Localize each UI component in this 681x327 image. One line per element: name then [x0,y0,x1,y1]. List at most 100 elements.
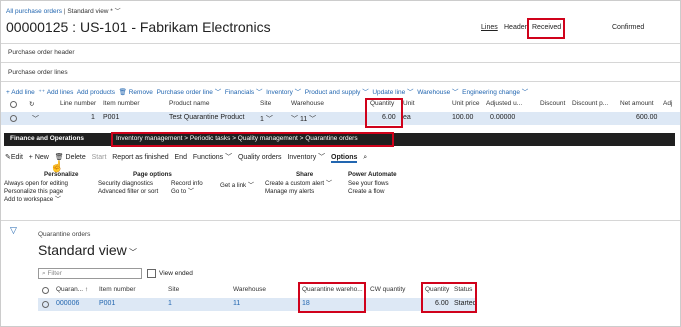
personalize-items: Always open for editing Personalize this… [4,180,68,204]
add-to-workspace-option[interactable]: Add to workspace ﹀ [4,196,68,204]
add-lines-button[interactable]: ⁺⁺ Add lines [38,89,73,96]
breadcrumb: All purchase orders | Standard view * ﹀ [6,6,121,15]
personalize-group: Personalize [14,171,78,179]
view-ended-checkbox[interactable] [147,269,156,278]
cell-site[interactable]: 1 [168,300,172,307]
col-item-number[interactable]: Item number [99,286,136,293]
functions-menu[interactable]: Functions ﹀ [193,154,232,161]
go-to-option[interactable]: Go to ﹀ [171,188,203,196]
highlight-box-quarantine-warehouse [298,282,366,313]
refresh-icon[interactable]: ↻ [29,100,34,108]
group-title: Share [296,171,314,178]
end-button[interactable]: End [175,154,187,161]
financials-menu[interactable]: Financials ﹀ [225,89,263,96]
po-line-menu[interactable]: Purchase order line ﹀ [157,89,222,96]
col-site[interactable]: Site [168,286,179,293]
highlight-box-breadcrumb [111,132,394,147]
row-radio[interactable] [42,301,49,308]
record-info-option[interactable]: Record info [171,180,203,188]
view-ended-label: View ended [159,270,193,277]
product-supply-menu[interactable]: Product and supply ﹀ [305,89,369,96]
manage-alerts-option[interactable]: Manage my alerts [265,188,332,196]
report-finished-button[interactable]: Report as finished [112,154,168,161]
divider [0,81,681,82]
select-all-radio[interactable] [42,287,49,294]
inventory-menu[interactable]: Inventory ﹀ [266,89,301,96]
col-adj[interactable]: Adj [663,100,672,107]
view-selector[interactable]: Standard view * [67,8,113,15]
search-icon[interactable]: ⌕ [363,154,367,161]
view-title[interactable]: Standard view ﹀ [38,242,137,258]
filter-funnel-icon[interactable]: ▽ [10,225,17,236]
cell-net-amount: 600.00 [636,114,658,121]
cell-warehouse[interactable]: 11 [233,300,240,307]
get-link-option[interactable]: Get a link ﹀ [220,180,254,189]
update-line-menu[interactable]: Update line ﹀ [372,89,413,96]
plus-icon: + [28,154,33,161]
row-radio[interactable] [10,115,17,122]
highlight-box-quantity-status [421,282,477,313]
col-net-amount[interactable]: Net amount [620,100,654,107]
tab-header[interactable]: Header [504,24,527,31]
cell-unit-price[interactable]: 100.00 [452,114,473,121]
table-row[interactable]: 000006 P001 1 11 18 6.00 Started [38,298,477,311]
col-warehouse[interactable]: Warehouse [233,286,266,293]
cell-item-number[interactable]: P001 [99,300,115,307]
col-discount[interactable]: Discount [540,100,565,107]
table-row[interactable]: ﹀ 1 P001 Test Quarantine Product 1 ﹀ ﹀ 1… [0,112,681,125]
col-adjusted[interactable]: Adjusted u... [486,100,522,107]
col-warehouse[interactable]: Warehouse [291,100,324,107]
warehouse-menu[interactable]: Warehouse ﹀ [417,89,458,96]
col-product-name[interactable]: Product name [169,100,209,107]
app-name[interactable]: Finance and Operations [10,135,84,142]
personalize-page-option[interactable]: Personalize this page [4,188,68,196]
new-button[interactable]: + New [29,154,49,161]
trash-icon: 🗑 [118,89,127,96]
cell-item-number[interactable]: P001 [103,114,119,121]
cell-product-name[interactable]: Test Quarantine Product [169,114,245,121]
col-site[interactable]: Site [260,100,271,107]
filter-input[interactable]: ⌕ Filter [38,268,142,279]
engineering-change-menu[interactable]: Engineering change ﹀ [462,89,528,96]
edit-button[interactable]: ✎Edit [5,154,23,161]
remove-button[interactable]: 🗑 Remove [119,89,153,96]
chevron-down-icon[interactable]: ﹀ [115,9,121,15]
divider [0,220,681,221]
col-item-number[interactable]: Item number [103,100,140,107]
cell-warehouse[interactable]: ﹀ 11 ﹀ [291,114,316,124]
col-cw-quantity[interactable]: CW quantity [370,286,405,293]
security-diagnostics-option[interactable]: Security diagnostics [98,180,158,188]
cell-adjusted: 0.00000 [490,114,516,121]
line-toolbar: + Add line ⁺⁺ Add lines Add products 🗑 R… [6,86,528,96]
breadcrumb-parent-link[interactable]: All purchase orders [6,8,62,15]
expand-chevron-icon[interactable]: ﹀ [32,114,39,124]
col-unit[interactable]: Unit [403,100,415,107]
cell-site[interactable]: 1 ﹀ [260,114,273,124]
cell-order[interactable]: 000006 [56,300,79,307]
select-all-radio[interactable] [10,101,17,108]
create-flow-option[interactable]: Create a flow [348,188,389,196]
add-line-button[interactable]: + Add line [6,89,35,96]
col-order[interactable]: Quaran... ↑ [56,286,88,293]
page-options-col1: Security diagnostics Advanced filter or … [98,180,158,196]
inventory-menu[interactable]: Inventory ﹀ [287,154,325,161]
create-alert-option[interactable]: Create a custom alert ﹀ [265,180,332,188]
cell-unit[interactable]: ea [403,114,411,121]
see-flows-option[interactable]: See your flows [348,180,389,188]
page-options-col2: Record info Go to ﹀ [171,180,203,196]
section-po-header[interactable]: Purchase order header [8,49,75,56]
col-unit-price[interactable]: Unit price [452,100,479,107]
always-open-editing-option[interactable]: Always open for editing [4,180,68,188]
group-title: Personalize [44,171,79,178]
quarantine-grid-header: Quaran... ↑ Item number Site Warehouse Q… [38,285,476,297]
add-products-button[interactable]: Add products [77,89,115,96]
advanced-filter-option[interactable]: Advanced filter or sort [98,188,158,196]
power-automate-items: See your flows Create a flow [348,180,389,196]
tab-lines[interactable]: Lines [481,24,498,31]
tab-options[interactable]: Options [331,154,358,163]
quality-orders-button[interactable]: Quality orders [238,154,282,161]
col-line-number[interactable]: Line number [60,100,96,107]
section-po-lines[interactable]: Purchase order lines [8,69,68,76]
col-discount-pct[interactable]: Discount p... [572,100,608,107]
start-button[interactable]: Start [92,154,107,161]
